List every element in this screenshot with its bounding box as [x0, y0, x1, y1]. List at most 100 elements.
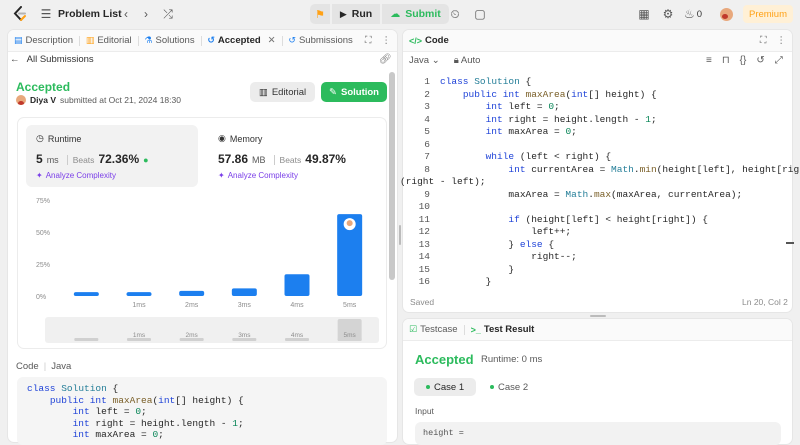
timer-icon[interactable]: ⏲	[447, 6, 463, 22]
streak-counter[interactable]: ♨ 0	[684, 6, 710, 22]
runtime-distribution-chart[interactable]: 0% 25% 50% 75% 1ms 2ms 3ms 4ms 5ms 1ms 2ms 3ms 4ms 5m…	[26, 194, 382, 346]
tab-submissions-label: Submissions	[298, 35, 353, 46]
chart-bar[interactable]	[126, 292, 152, 296]
pass-dot-icon	[426, 385, 430, 389]
problem-list-link[interactable]: Problem List	[58, 8, 122, 20]
input-label: Input	[415, 406, 434, 416]
chart-bar[interactable]	[231, 288, 257, 296]
share-link-icon[interactable]: 🔗︎	[379, 54, 392, 65]
tab-description[interactable]: ▤ Description	[8, 30, 79, 52]
braces-icon[interactable]: {}	[740, 55, 747, 66]
problem-list-icon[interactable]: ☰	[38, 6, 54, 22]
pencil-icon: ✎	[329, 86, 337, 98]
run-button[interactable]: ▶ Run	[331, 4, 381, 24]
left-panel-scrollbar[interactable]	[389, 72, 395, 280]
memory-card[interactable]: ◉ Memory 57.86 MB Beats 49.87% ✦ Analyze…	[208, 125, 380, 187]
panel-controls: ⛶ ⋮	[359, 30, 397, 52]
submit-button[interactable]: ☁ Submit	[382, 4, 449, 24]
top-bar: ☰ Problem List ‹ › ⤮ ⚑ ▶ Run ☁ Submit ⏲ …	[0, 0, 800, 28]
leetcode-logo-icon[interactable]	[12, 6, 28, 22]
play-icon: ▶	[339, 8, 347, 19]
user-name[interactable]: Diya V	[30, 95, 56, 105]
tab-submissions[interactable]: ↺ Submissions	[282, 30, 358, 52]
runtime-beats-label: Beats	[66, 155, 94, 165]
memory-beats-label: Beats	[273, 155, 301, 165]
code-line: if (height[left] < height[right]) {	[508, 213, 708, 225]
maximize-icon[interactable]: ⛶	[365, 35, 372, 46]
y-tick-label: 50%	[36, 230, 50, 237]
chip-icon: ◉	[218, 133, 226, 143]
avatar-face	[346, 220, 353, 227]
editor-status: Saved	[410, 297, 435, 307]
runtime-unit: ms	[46, 155, 59, 165]
vertical-splitter[interactable]	[399, 225, 401, 245]
debug-button[interactable]: ⚑	[310, 4, 330, 24]
code-line: class Solution {	[27, 383, 119, 394]
submitted-code-block: class Solution { public int maxArea(int[…	[17, 377, 387, 445]
solution-button[interactable]: ✎ Solution	[321, 82, 387, 102]
tab-solutions[interactable]: ⚗ Solutions	[138, 30, 200, 52]
chart-bar[interactable]	[179, 290, 205, 296]
memory-beats-value: 49.87%	[305, 152, 346, 166]
submission-user-line: Diya V submitted at Oct 21, 2024 18:30	[16, 95, 181, 105]
sparkle-icon: ✦	[218, 171, 225, 180]
layout-grid-icon[interactable]: ▦	[636, 6, 652, 22]
submit-label: Submit	[405, 8, 441, 20]
tab-testcase-label: Testcase	[420, 324, 458, 335]
clock-icon: ◷	[36, 133, 44, 143]
analyze-runtime-link[interactable]: ✦ Analyze Complexity	[36, 171, 188, 180]
bug-icon: ⚑	[315, 8, 325, 21]
leaf-icon: ●	[143, 155, 149, 165]
editor-toolbar: Java ⌄ 🔒︎ Auto	[409, 55, 480, 66]
maximize-icon[interactable]: ⛶	[760, 35, 767, 46]
analyze-memory-link[interactable]: ✦ Analyze Complexity	[218, 171, 370, 180]
code-brackets-icon: </>	[409, 35, 423, 46]
case-1-tab[interactable]: Case 1	[414, 378, 477, 396]
reset-icon[interactable]: ↺	[756, 55, 764, 66]
sparkle-icon: ✦	[36, 171, 43, 180]
back-to-submissions[interactable]: ← All Submissions	[10, 54, 94, 65]
more-icon[interactable]: ⋮	[777, 35, 787, 46]
next-problem-icon[interactable]: ›	[138, 6, 154, 22]
prev-problem-icon[interactable]: ‹	[118, 6, 134, 22]
input-value-box: height =	[415, 422, 781, 445]
tab-testcase[interactable]: ☑ Testcase	[403, 319, 464, 341]
code-line: public int maxArea(int[] height) {	[49, 394, 244, 406]
chart-bar[interactable]	[73, 292, 99, 296]
editor-scroll-indicator[interactable]	[786, 242, 794, 244]
editor-code[interactable]: class Solution { public int maxArea(int[…	[400, 76, 800, 289]
arrow-left-icon: ←	[10, 54, 20, 65]
premium-button[interactable]: Premium	[743, 5, 793, 23]
format-icon[interactable]: ≡	[706, 55, 712, 66]
code-line: while (left < right) {	[485, 151, 612, 162]
tab-editorial[interactable]: ▥ Editorial	[80, 30, 138, 52]
more-icon[interactable]: ⋮	[382, 35, 392, 46]
chart-bar[interactable]	[284, 274, 310, 296]
user-avatar-icon	[16, 95, 26, 105]
editor-panel-controls: ⛶ ⋮	[754, 30, 792, 52]
user-avatar[interactable]	[718, 6, 734, 22]
expand-icon[interactable]: ⤢	[775, 55, 783, 66]
tab-accepted[interactable]: ↺ Accepted ✕	[201, 30, 281, 52]
avatar-icon	[719, 7, 733, 21]
language-select[interactable]: Java ⌄	[409, 55, 440, 66]
close-tab-icon[interactable]: ✕	[268, 35, 276, 46]
editorial-button[interactable]: ▥ Editorial	[250, 82, 315, 102]
range-tick-label: 3ms	[238, 332, 251, 339]
submitted-time: submitted at Oct 21, 2024 18:30	[60, 95, 181, 105]
horizontal-splitter[interactable]	[590, 315, 606, 317]
case-2-label: Case 2	[498, 381, 529, 393]
bookmark-icon[interactable]: ⊓	[722, 55, 730, 66]
case-2-tab[interactable]: Case 2	[478, 378, 540, 396]
code-line: } else {	[440, 238, 555, 250]
tab-test-result[interactable]: >_ Test Result	[465, 319, 541, 341]
y-tick-label: 25%	[36, 262, 50, 269]
runtime-card[interactable]: ◷ Runtime 5 ms Beats 72.36% ● ✦ Analyze …	[26, 125, 198, 187]
shuffle-icon[interactable]: ⤮	[160, 6, 176, 22]
settings-gear-icon[interactable]: ⚙	[660, 6, 676, 22]
runtime-title-text: Runtime	[47, 133, 82, 144]
run-submit-group: ⚑ ▶ Run ☁ Submit	[310, 4, 449, 24]
note-icon[interactable]: ▢	[472, 6, 488, 22]
auto-mode[interactable]: 🔒︎ Auto	[454, 55, 481, 66]
tab-code[interactable]: </> Code	[403, 30, 455, 52]
